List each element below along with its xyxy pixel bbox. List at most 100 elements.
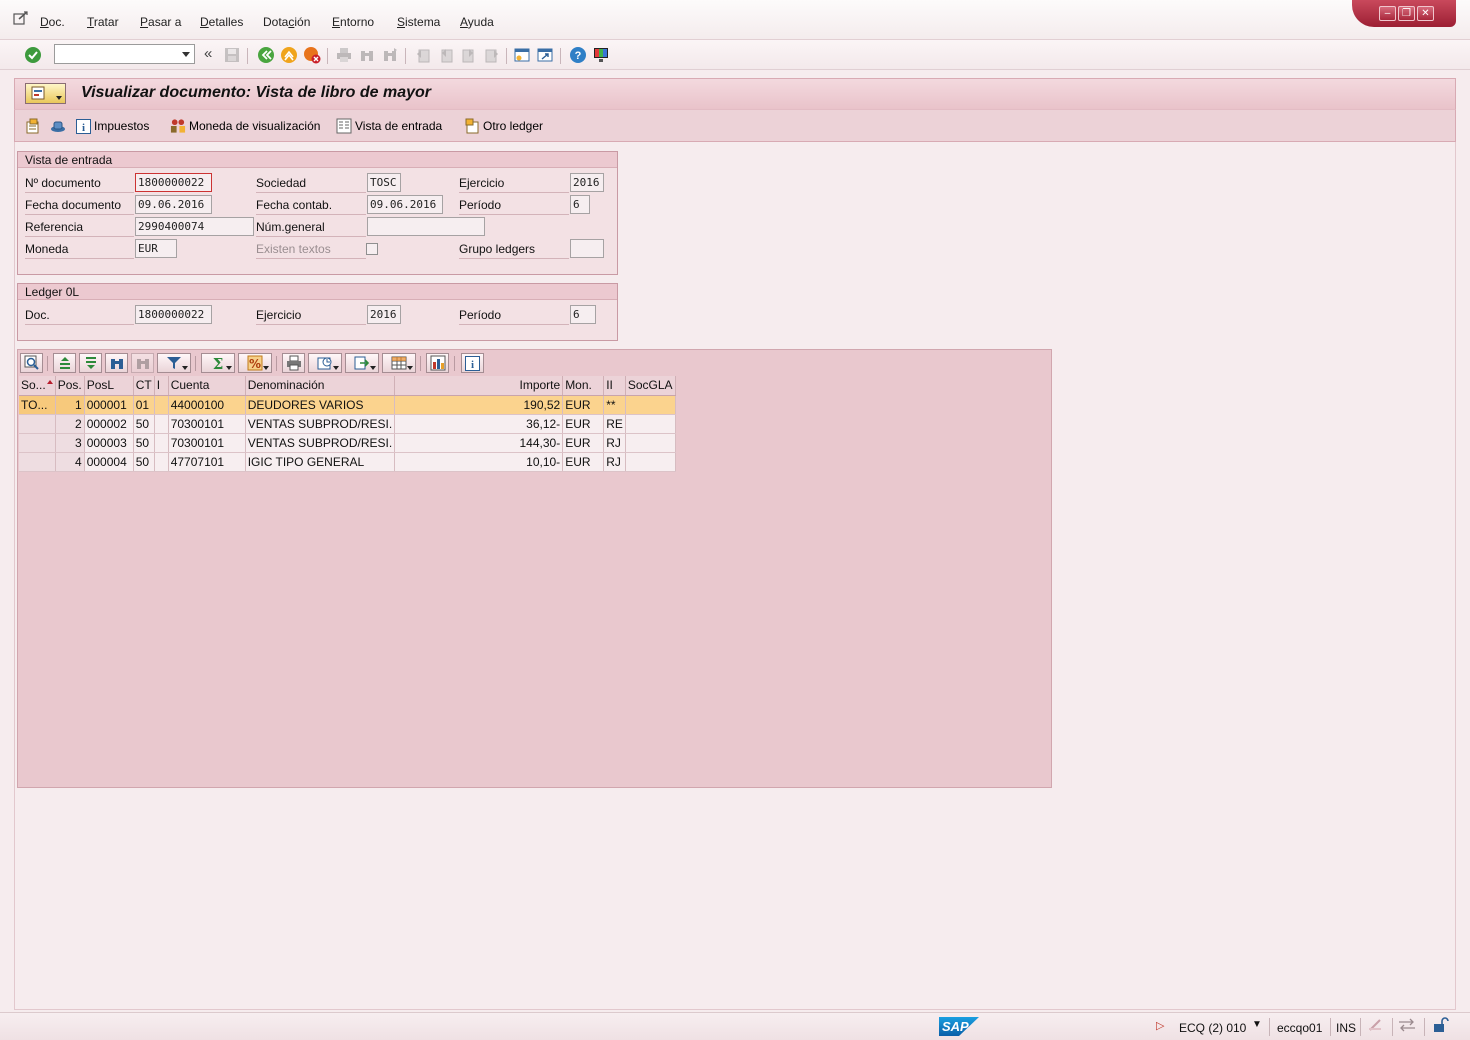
cell-ii[interactable]: RE <box>603 414 626 434</box>
next-page-icon[interactable] <box>459 45 479 65</box>
cell-mon[interactable]: EUR <box>562 414 605 434</box>
menu-icon[interactable] <box>13 11 29 25</box>
table-row[interactable]: TO... 1 000001 01 44000100 DEUDORES VARI… <box>19 395 676 415</box>
moneda-visualizacion-button[interactable]: Moneda de visualización <box>170 118 320 134</box>
menu-detalles[interactable]: Detalles <box>200 15 243 29</box>
posting-date-field[interactable]: 09.06.2016 <box>367 195 443 214</box>
details-button[interactable] <box>20 353 43 373</box>
col-header-cuenta[interactable]: Cuenta <box>168 376 246 396</box>
minimize-icon[interactable]: – <box>1379 6 1396 21</box>
cell-ct[interactable]: 50 <box>133 414 155 434</box>
menu-ayuda[interactable]: Ayuda <box>460 15 494 29</box>
reference-field[interactable]: 2990400074 <box>135 217 254 236</box>
cell-mon[interactable]: EUR <box>562 395 605 415</box>
cell-posl[interactable]: 000003 <box>84 433 134 453</box>
print-preview-button[interactable] <box>282 353 305 373</box>
information-button[interactable]: i <box>461 353 484 373</box>
help-icon[interactable]: ? <box>568 45 588 65</box>
document-header-button[interactable] <box>25 118 41 134</box>
table-row[interactable]: 4 000004 50 47707101 IGIC TIPO GENERAL 1… <box>19 452 676 472</box>
cell-pos[interactable]: 4 <box>55 452 85 472</box>
cell-socgla[interactable] <box>625 433 676 453</box>
cell-importe[interactable]: 190,52 <box>394 395 564 415</box>
print-icon[interactable] <box>334 45 354 65</box>
graphic-button[interactable] <box>426 353 449 373</box>
doc-no-field[interactable]: 1800000022 <box>135 173 212 192</box>
texts-exist-checkbox[interactable] <box>366 243 378 255</box>
services-for-object-button[interactable] <box>25 83 66 104</box>
ledger-fiscal-year-field[interactable]: 2016 <box>367 305 401 324</box>
cell-pos[interactable]: 2 <box>55 414 85 434</box>
cell-ct[interactable]: 50 <box>133 433 155 453</box>
cell-importe[interactable]: 144,30- <box>394 433 564 453</box>
vista-entrada-button[interactable]: Vista de entrada <box>336 118 442 134</box>
maximize-icon[interactable]: ❐ <box>1398 6 1415 21</box>
subtotal-button[interactable]: % <box>238 353 272 373</box>
find-icon[interactable] <box>357 45 377 65</box>
cell-cuenta[interactable]: 44000100 <box>168 395 246 415</box>
cell-denominacion[interactable]: VENTAS SUBPROD/RESI. <box>245 433 396 453</box>
cell-i[interactable] <box>154 452 169 472</box>
cell-cuenta[interactable]: 70300101 <box>168 414 246 434</box>
find-button[interactable] <box>105 353 128 373</box>
company-field[interactable]: TOSC <box>367 173 401 192</box>
customize-layout-icon[interactable] <box>591 45 611 65</box>
save-icon[interactable] <box>222 45 242 65</box>
crossco-field[interactable] <box>367 217 485 236</box>
cell-cuenta[interactable]: 47707101 <box>168 452 246 472</box>
exit-icon[interactable] <box>279 45 299 65</box>
lock-icon[interactable] <box>1433 1017 1449 1036</box>
previous-page-icon[interactable] <box>436 45 456 65</box>
cell-posl[interactable]: 000002 <box>84 414 134 434</box>
back-icon[interactable] <box>256 45 276 65</box>
table-row[interactable]: 3 000003 50 70300101 VENTAS SUBPROD/RESI… <box>19 433 676 453</box>
impuestos-button[interactable]: i Impuestos <box>75 118 149 134</box>
cell-mon[interactable]: EUR <box>562 452 605 472</box>
cell-denominacion[interactable]: IGIC TIPO GENERAL <box>245 452 396 472</box>
menu-doc[interactable]: Doc. <box>40 15 65 29</box>
cancel-icon[interactable] <box>302 45 322 65</box>
total-button[interactable]: Σ <box>201 353 235 373</box>
enter-icon[interactable] <box>23 45 43 65</box>
cell-posl[interactable]: 000004 <box>84 452 134 472</box>
close-icon[interactable]: ✕ <box>1417 6 1434 21</box>
cell-mon[interactable]: EUR <box>562 433 605 453</box>
first-page-icon[interactable] <box>413 45 433 65</box>
fiscal-year-field[interactable]: 2016 <box>570 173 604 192</box>
cell-so[interactable] <box>19 452 56 472</box>
table-row[interactable]: 2 000002 50 70300101 VENTAS SUBPROD/RESI… <box>19 414 676 434</box>
cell-importe[interactable]: 36,12- <box>394 414 564 434</box>
cell-socgla[interactable] <box>625 414 676 434</box>
menu-pasar-a[interactable]: Pasar a <box>140 15 181 29</box>
collapse-command-icon[interactable]: « <box>204 45 212 62</box>
col-header-ii[interactable]: II <box>603 376 626 396</box>
cell-posl[interactable]: 000001 <box>84 395 134 415</box>
layout-button[interactable] <box>382 353 416 373</box>
menu-tratar[interactable]: Tratar <box>87 15 119 29</box>
chevron-down-icon[interactable]: ▼ <box>1252 1019 1262 1030</box>
otro-ledger-button[interactable]: Otro ledger <box>464 118 543 134</box>
col-header-posl[interactable]: PosL <box>84 376 134 396</box>
chevron-down-icon[interactable] <box>182 52 190 57</box>
insert-mode[interactable]: INS <box>1336 1021 1356 1035</box>
find-next-icon[interactable] <box>380 45 400 65</box>
col-header-importe[interactable]: Importe <box>394 376 564 396</box>
menu-dotacion[interactable]: Dotación <box>263 15 310 29</box>
cell-ii[interactable]: RJ <box>603 433 626 453</box>
col-header-so[interactable]: So... <box>19 376 56 396</box>
col-header-socgla[interactable]: SocGLA <box>625 376 676 396</box>
overwrite-icon[interactable] <box>1368 1018 1382 1035</box>
command-input[interactable] <box>55 45 175 63</box>
cell-i[interactable] <box>154 395 169 415</box>
sort-descending-button[interactable] <box>79 353 102 373</box>
last-page-icon[interactable] <box>482 45 502 65</box>
shortcut-icon[interactable] <box>535 45 555 65</box>
cell-socgla[interactable] <box>625 452 676 472</box>
cell-importe[interactable]: 10,10- <box>394 452 564 472</box>
cell-pos[interactable]: 3 <box>55 433 85 453</box>
cell-pos[interactable]: 1 <box>55 395 85 415</box>
cell-ii[interactable]: RJ <box>603 452 626 472</box>
col-header-ct[interactable]: CT <box>133 376 155 396</box>
views-button[interactable] <box>308 353 342 373</box>
cell-i[interactable] <box>154 414 169 434</box>
